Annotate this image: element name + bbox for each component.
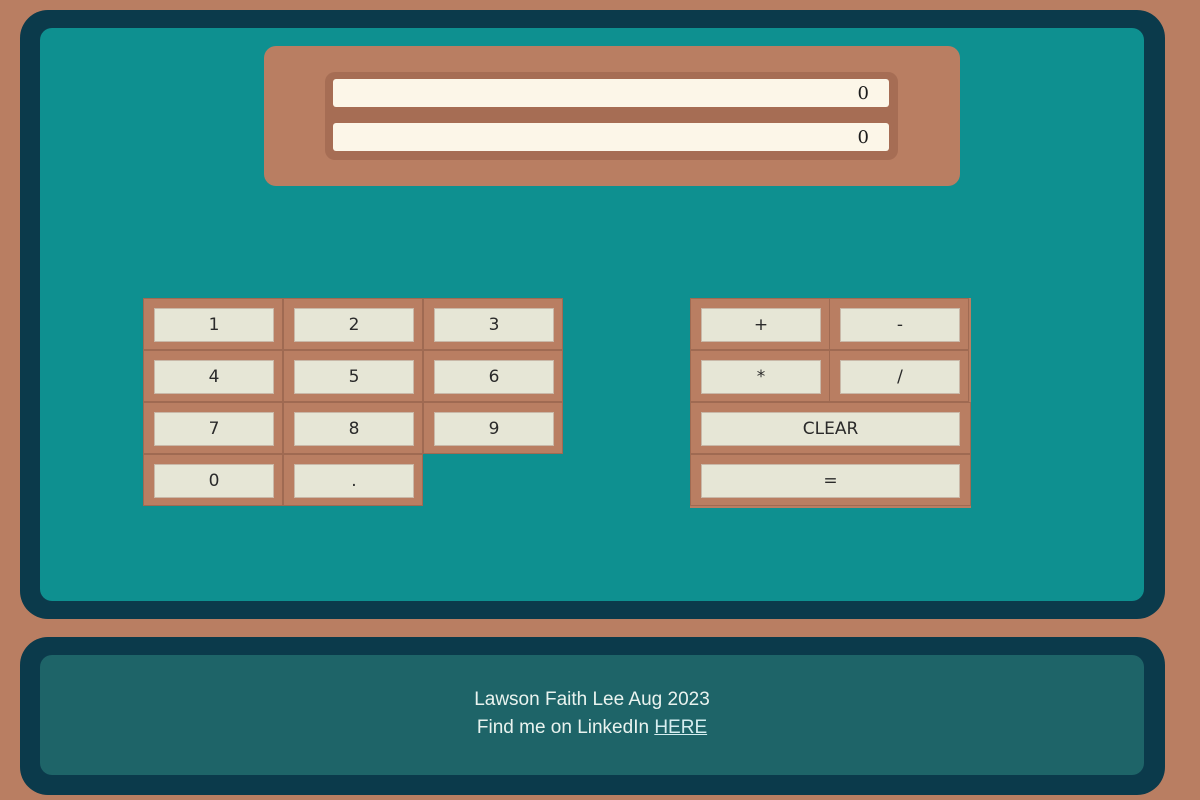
key-9-button[interactable]: 9 bbox=[434, 412, 554, 446]
key-6-button[interactable]: 6 bbox=[434, 360, 554, 394]
operator-keypad: + - * / CLEAR = bbox=[690, 298, 971, 508]
key-cell: = bbox=[690, 454, 971, 506]
key-cell: * bbox=[690, 350, 830, 402]
key-cell: 5 bbox=[283, 350, 423, 402]
clear-button[interactable]: CLEAR bbox=[701, 412, 960, 446]
linkedin-prefix: Find me on LinkedIn bbox=[476, 717, 650, 738]
key-4-button[interactable]: 4 bbox=[154, 360, 274, 394]
key-cell: 2 bbox=[283, 298, 423, 350]
footer-credit: Lawson Faith Lee Aug 2023 bbox=[474, 689, 710, 710]
display-panel: 0 0 bbox=[264, 46, 960, 186]
key-decimal-button[interactable]: . bbox=[294, 464, 414, 498]
key-cell: 8 bbox=[283, 402, 423, 454]
key-cell: - bbox=[829, 298, 969, 350]
divide-button[interactable]: / bbox=[840, 360, 960, 394]
display-previous-value: 0 bbox=[333, 79, 889, 107]
key-cell: 7 bbox=[143, 402, 283, 454]
display-current-value: 0 bbox=[333, 123, 889, 151]
footer-frame: Lawson Faith Lee Aug 2023 Find me on Lin… bbox=[20, 637, 1165, 795]
key-cell: 1 bbox=[143, 298, 283, 350]
footer: Lawson Faith Lee Aug 2023 Find me on Lin… bbox=[40, 655, 1144, 775]
multiply-button[interactable]: * bbox=[701, 360, 821, 394]
calculator-frame: 0 0 1 2 3 4 5 6 7 8 9 0 . + - * / CLEAR … bbox=[20, 10, 1165, 619]
equals-button[interactable]: = bbox=[701, 464, 960, 498]
key-cell: CLEAR bbox=[690, 402, 971, 454]
key-cell: 3 bbox=[423, 298, 563, 350]
key-cell: 0 bbox=[143, 454, 283, 506]
display-screen: 0 0 bbox=[325, 72, 898, 160]
key-5-button[interactable]: 5 bbox=[294, 360, 414, 394]
key-7-button[interactable]: 7 bbox=[154, 412, 274, 446]
key-3-button[interactable]: 3 bbox=[434, 308, 554, 342]
key-1-button[interactable]: 1 bbox=[154, 308, 274, 342]
calculator-body: 0 0 1 2 3 4 5 6 7 8 9 0 . + - * / CLEAR … bbox=[40, 28, 1144, 601]
key-0-button[interactable]: 0 bbox=[154, 464, 274, 498]
key-cell: + bbox=[690, 298, 830, 350]
number-keypad: 1 2 3 4 5 6 7 8 9 0 . bbox=[143, 298, 563, 508]
footer-text: Lawson Faith Lee Aug 2023 Find me on Lin… bbox=[40, 686, 1144, 742]
key-cell: 4 bbox=[143, 350, 283, 402]
key-cell: / bbox=[829, 350, 969, 402]
subtract-button[interactable]: - bbox=[840, 308, 960, 342]
key-cell: 9 bbox=[423, 402, 563, 454]
footer-linkedin-line: Find me on LinkedIn HERE bbox=[40, 714, 1144, 742]
add-button[interactable]: + bbox=[701, 308, 821, 342]
key-8-button[interactable]: 8 bbox=[294, 412, 414, 446]
key-cell: 6 bbox=[423, 350, 563, 402]
linkedin-link[interactable]: HERE bbox=[654, 717, 707, 738]
key-2-button[interactable]: 2 bbox=[294, 308, 414, 342]
key-cell: . bbox=[283, 454, 423, 506]
